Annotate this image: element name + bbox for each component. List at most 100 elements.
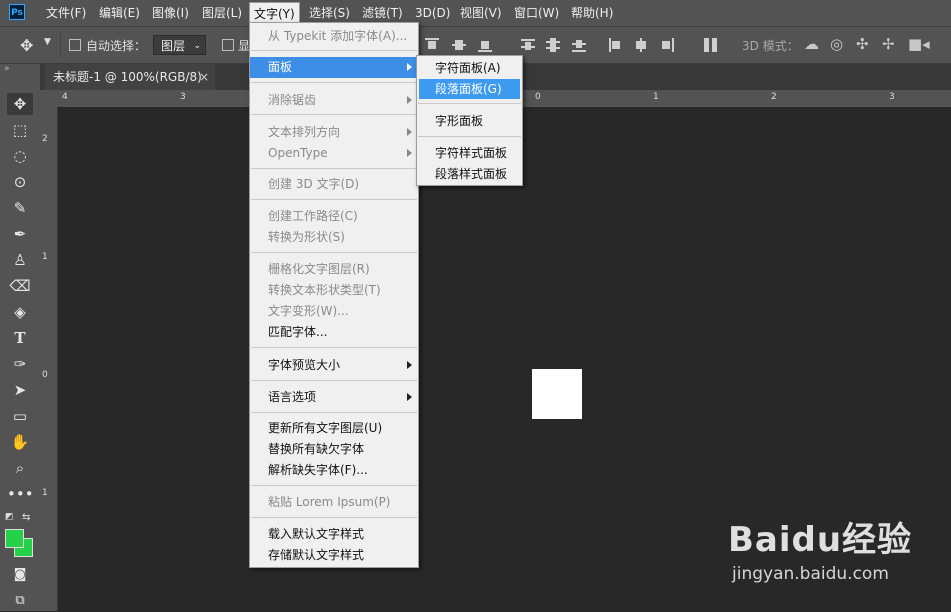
auto-align-icon[interactable]: [704, 38, 718, 52]
menu-type[interactable]: 文字(Y): [249, 2, 300, 24]
menu-item-anti-alias[interactable]: 消除锯齿: [250, 90, 418, 111]
menu-file[interactable]: 文件(F): [42, 0, 90, 26]
distribute-top-icon[interactable]: [521, 38, 535, 52]
orbit-3d-icon[interactable]: ☁: [804, 35, 819, 53]
menu-item-character-styles-panel[interactable]: 字符样式面板: [419, 143, 520, 163]
menu-item-resolve-missing-fonts[interactable]: 解析缺失字体(F)...: [250, 460, 418, 481]
align-vcenter-icon[interactable]: [452, 38, 466, 52]
menu-item-panels[interactable]: 面板: [250, 57, 418, 78]
menu-item-paragraph-panel[interactable]: 段落面板(G): [419, 79, 520, 99]
menu-item-replace-missing-fonts[interactable]: 替换所有缺欠字体: [250, 439, 418, 460]
menu-help[interactable]: 帮助(H): [567, 0, 617, 26]
more-tools-icon[interactable]: •••: [7, 483, 34, 505]
pen-tool-icon[interactable]: ✑: [7, 353, 33, 375]
scale-3d-icon[interactable]: ■◂: [908, 35, 930, 53]
submenu-arrow-icon: [407, 393, 412, 401]
menu-separator: [251, 82, 417, 83]
brush-tool-icon[interactable]: ✒: [7, 223, 33, 245]
menu-separator: [251, 252, 417, 253]
menu-item-paragraph-styles-panel[interactable]: 段落样式面板: [419, 164, 520, 184]
menu-item-update-text-layers[interactable]: 更新所有文字图层(U): [250, 418, 418, 439]
baidu-watermark: Baidu经验 jingyan.baidu.com: [728, 512, 943, 592]
menu-layer[interactable]: 图层(L): [198, 0, 246, 26]
menu-view[interactable]: 视图(V): [456, 0, 506, 26]
zoom-tool-icon[interactable]: ⌕: [7, 457, 33, 479]
menu-item-warp-text[interactable]: 文字变形(W)...: [250, 301, 418, 322]
path-select-tool-icon[interactable]: ➤: [7, 379, 33, 401]
document-tab[interactable]: 未标题-1 @ 100%(RGB/8) ×: [45, 64, 215, 90]
menu-item-convert-to-shape[interactable]: 转换为形状(S): [250, 227, 418, 248]
distribute-hcenter-icon[interactable]: [634, 38, 648, 52]
pan-3d-icon[interactable]: ✣: [856, 35, 869, 53]
move-tool-icon[interactable]: ✥: [7, 93, 33, 115]
auto-select-checkbox[interactable]: [69, 39, 81, 51]
align-top-icon[interactable]: [425, 38, 439, 52]
close-icon[interactable]: ×: [199, 64, 209, 90]
eyedropper-tool-icon[interactable]: ✎: [7, 197, 33, 219]
align-bottom-icon[interactable]: [478, 38, 492, 52]
menu-item-save-default-type-styles[interactable]: 存储默认文字样式: [250, 545, 418, 566]
menu-separator: [251, 485, 417, 486]
quick-select-tool-icon[interactable]: ⊙: [7, 171, 33, 193]
panels-submenu: 字符面板(A) 段落面板(G) 字形面板 字符样式面板 段落样式面板: [416, 55, 523, 186]
paint-bucket-tool-icon[interactable]: ◈: [7, 301, 33, 323]
stamp-tool-icon[interactable]: ♙: [7, 249, 33, 271]
chevron-down-icon: ⌄: [193, 41, 201, 51]
auto-select-value: 图层: [161, 39, 186, 53]
slide-3d-icon[interactable]: ✢: [882, 35, 895, 53]
menu-item-glyphs-panel[interactable]: 字形面板: [419, 111, 520, 131]
rectangle-tool-icon[interactable]: ▭: [7, 405, 33, 427]
quick-mask-icon[interactable]: ◙: [7, 564, 33, 586]
menu-item-paste-lorem-ipsum[interactable]: 粘贴 Lorem Ipsum(P): [250, 492, 418, 513]
roll-3d-icon[interactable]: ◎: [830, 35, 843, 53]
menu-item-create-work-path[interactable]: 创建工作路径(C): [250, 206, 418, 227]
auto-select-dropdown[interactable]: 图层 ⌄: [153, 35, 206, 55]
menu-item-label: 面板: [268, 60, 293, 74]
default-colors-icon[interactable]: ◩: [5, 512, 14, 522]
distribute-right-icon[interactable]: [660, 38, 674, 52]
menu-item-character-panel[interactable]: 字符面板(A): [419, 58, 520, 78]
3d-mode-label: 3D 模式：: [742, 39, 799, 53]
watermark-url: jingyan.baidu.com: [732, 564, 889, 584]
menu-item-label: 消除锯齿: [268, 93, 317, 107]
screen-mode-icon[interactable]: ⧉: [7, 590, 33, 612]
submenu-arrow-icon: [407, 96, 412, 104]
menu-image[interactable]: 图像(I): [148, 0, 193, 26]
ruler-tick-label: 0: [535, 92, 541, 102]
lasso-tool-icon[interactable]: ◌: [7, 145, 33, 167]
collapse-panel-icon[interactable]: »: [4, 64, 10, 74]
menu-item-convert-text-shape[interactable]: 转换文本形状类型(T): [250, 280, 418, 301]
ruler-tick-label: 2: [42, 134, 48, 144]
ruler-tick-label: 1: [42, 488, 48, 498]
show-transform-checkbox[interactable]: [222, 39, 234, 51]
move-tool-icon[interactable]: ✥: [20, 36, 33, 55]
type-tool-icon[interactable]: T: [7, 327, 33, 349]
menu-window[interactable]: 窗口(W): [510, 0, 563, 26]
menu-separator: [251, 412, 417, 413]
marquee-tool-icon[interactable]: ⬚: [7, 119, 33, 141]
distribute-bottom-icon[interactable]: [572, 38, 586, 52]
menu-item-load-default-type-styles[interactable]: 载入默认文字样式: [250, 524, 418, 545]
distribute-left-icon[interactable]: [608, 38, 622, 52]
menu-item-opentype[interactable]: OpenType: [250, 143, 418, 164]
menu-item-language-options[interactable]: 语言选项: [250, 387, 418, 408]
hand-tool-icon[interactable]: ✋: [7, 431, 33, 453]
menu-item-create-3d-text[interactable]: 创建 3D 文字(D): [250, 174, 418, 195]
menu-item-add-typekit-fonts[interactable]: 从 Typekit 添加字体(A)...: [250, 26, 418, 47]
menu-item-match-font[interactable]: 匹配字体...: [250, 322, 418, 343]
document-canvas[interactable]: [532, 369, 582, 419]
chevron-down-icon[interactable]: ▼: [44, 37, 51, 47]
swap-colors-icon[interactable]: ⇆: [22, 512, 30, 523]
foreground-color-swatch[interactable]: [5, 529, 24, 548]
ruler-origin[interactable]: [40, 90, 58, 107]
menu-item-rasterize-type[interactable]: 栅格化文字图层(R): [250, 259, 418, 280]
menu-item-font-preview-size[interactable]: 字体预览大小: [250, 355, 418, 376]
menu-separator: [418, 136, 521, 137]
menu-edit[interactable]: 编辑(E): [95, 0, 144, 26]
ruler-vertical[interactable]: 2 1 0 1: [40, 107, 58, 611]
menu-item-label: 语言选项: [268, 390, 317, 404]
ruler-tick-label: 1: [42, 252, 48, 262]
distribute-vcenter-icon[interactable]: [546, 38, 560, 52]
menu-item-orientation[interactable]: 文本排列方向: [250, 122, 418, 143]
eraser-tool-icon[interactable]: ⌫: [7, 275, 33, 297]
